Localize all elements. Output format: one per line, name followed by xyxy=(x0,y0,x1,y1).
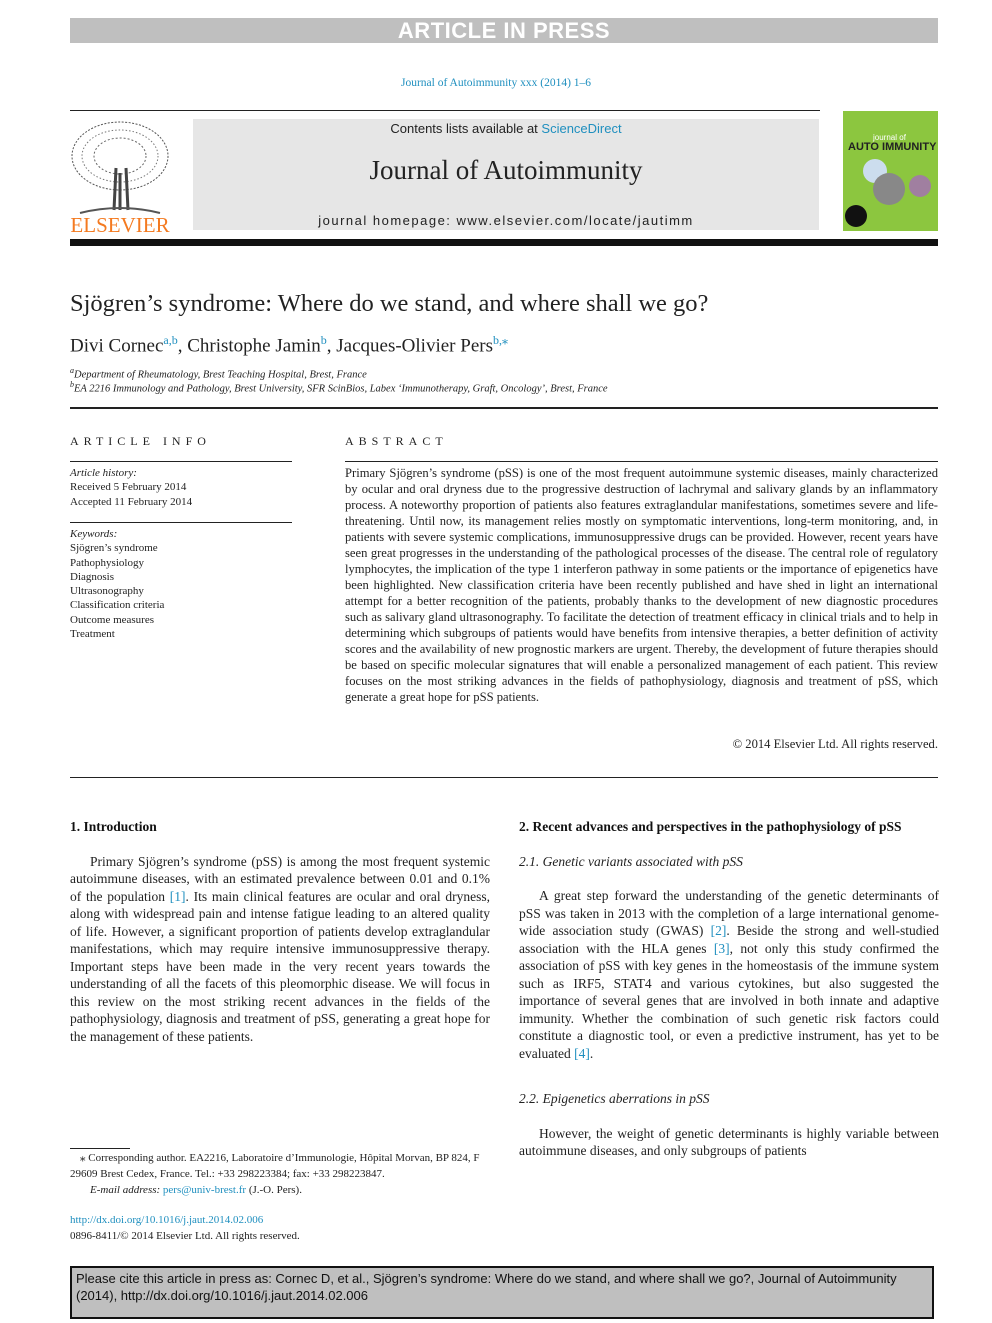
email-line: E-mail address: pers@univ-brest.fr (J.-O… xyxy=(90,1184,302,1196)
divider xyxy=(345,461,938,462)
author-name[interactable]: Divi Cornec xyxy=(70,335,163,356)
body-paragraph: Primary Sjögren’s syndrome (pSS) is amon… xyxy=(70,853,490,1044)
cover-micrograph-2 xyxy=(873,173,905,205)
elsevier-logo[interactable]: ELSEVIER xyxy=(70,118,170,237)
section-heading-introduction: 1. Introduction xyxy=(70,819,157,834)
received-date: Received 5 February 2014 xyxy=(70,481,187,494)
cite-box: Please cite this article in press as: Co… xyxy=(70,1266,934,1319)
contents-line: Contents lists available at ScienceDirec… xyxy=(390,121,622,136)
sciencedirect-link[interactable]: ScienceDirect xyxy=(541,121,621,136)
article-in-press-banner: ARTICLE IN PRESS xyxy=(70,18,938,43)
article-title: Sjögren’s syndrome: Where do we stand, a… xyxy=(70,290,709,317)
divider xyxy=(70,777,938,778)
left-column: 1. Introduction Primary Sjögren’s syndro… xyxy=(70,818,490,1045)
header-thick-rule xyxy=(70,239,938,246)
divider xyxy=(70,461,292,462)
cover-micrograph-4 xyxy=(845,205,867,227)
keywords-list: Keywords: Sjögren’s syndrome Pathophysio… xyxy=(70,528,165,641)
keyword: Pathophysiology xyxy=(70,556,144,569)
footnotes: ⁎ Corresponding author. EA2216, Laborato… xyxy=(70,1150,490,1244)
cover-micrograph-3 xyxy=(909,175,931,197)
keyword: Sjögren’s syndrome xyxy=(70,542,158,555)
journal-homepage[interactable]: journal homepage: www.elsevier.com/locat… xyxy=(193,213,819,228)
elsevier-wordmark: ELSEVIER xyxy=(70,213,170,237)
body-paragraph: A great step forward the understanding o… xyxy=(519,888,939,1061)
subsection-heading-epigenetics: 2.2. Epigenetics aberrations in pSS xyxy=(519,1091,710,1106)
section-heading-pathophysiology: 2. Recent advances and perspectives in t… xyxy=(519,819,902,834)
affiliation: bEA 2216 Immunology and Pathology, Brest… xyxy=(70,380,608,395)
abstract-heading: ABSTRACT xyxy=(345,434,448,448)
keyword: Outcome measures xyxy=(70,613,154,626)
issn-line: 0896-8411/© 2014 Elsevier Ltd. All right… xyxy=(70,1230,300,1242)
abstract-text: Primary Sjögren’s syndrome (pSS) is one … xyxy=(345,466,938,704)
doi-link[interactable]: http://dx.doi.org/10.1016/j.jaut.2014.02… xyxy=(70,1212,490,1228)
divider xyxy=(70,522,292,523)
keyword: Ultrasonography xyxy=(70,585,144,598)
affiliation: aDepartment of Rheumatology, Brest Teach… xyxy=(70,366,367,381)
footnote-rule xyxy=(70,1148,130,1149)
right-column: 2. Recent advances and perspectives in t… xyxy=(519,818,939,1160)
author-list: Divi Corneca,b, Christophe Jaminb, Jacqu… xyxy=(70,333,508,357)
article-info-heading: ARTICLE INFO xyxy=(70,434,211,448)
author-name[interactable]: Jacques-Olivier Pers xyxy=(336,335,493,356)
keyword: Classification criteria xyxy=(70,599,165,612)
citation-link[interactable]: [2] xyxy=(711,923,727,938)
journal-cover-image[interactable]: journal of AUTO IMMUNITY xyxy=(843,111,938,231)
citation-link[interactable]: [3] xyxy=(714,941,730,956)
body-paragraph: However, the weight of genetic determina… xyxy=(519,1125,939,1159)
author-affiliation-mark[interactable]: b xyxy=(321,333,327,347)
journal-banner: Contents lists available at ScienceDirec… xyxy=(193,119,819,230)
email-link[interactable]: pers@univ-brest.fr xyxy=(163,1184,246,1196)
journal-reference-link[interactable]: Journal of Autoimmunity xxx (2014) 1–6 xyxy=(0,77,992,89)
subsection-heading-genetic: 2.1. Genetic variants associated with pS… xyxy=(519,853,743,869)
journal-title: Journal of Autoimmunity xyxy=(369,155,643,185)
corresponding-author-note: ⁎ Corresponding author. EA2216, Laborato… xyxy=(70,1152,480,1180)
divider xyxy=(70,407,938,409)
header-rule xyxy=(70,110,820,111)
keyword: Diagnosis xyxy=(70,570,114,583)
abstract-copyright: © 2014 Elsevier Ltd. All rights reserved… xyxy=(732,737,938,751)
accepted-date: Accepted 11 February 2014 xyxy=(70,495,193,508)
article-history: Article history: Received 5 February 201… xyxy=(70,467,193,508)
author-affiliation-mark[interactable]: b,⁎ xyxy=(493,333,508,347)
author-name[interactable]: Christophe Jamin xyxy=(187,335,321,356)
author-affiliation-mark[interactable]: a,b xyxy=(163,333,177,347)
citation-link[interactable]: [4] xyxy=(574,1046,590,1061)
citation-link[interactable]: [1] xyxy=(170,889,186,904)
keyword: Treatment xyxy=(70,628,115,641)
